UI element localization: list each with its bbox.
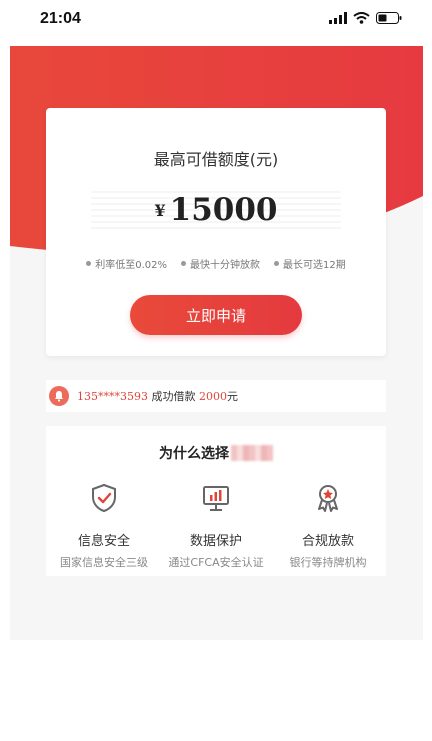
award-medal-icon (318, 485, 338, 512)
why-item-label: 合规放款 (301, 534, 354, 549)
loan-notice-bar: 135****3593 成功借款 2000元 (46, 380, 386, 412)
why-item-desc: 银行等持牌机构 (289, 556, 367, 569)
status-icons (329, 12, 402, 24)
bell-icon (49, 386, 69, 406)
loan-notice-text: 135****3593 成功借款 2000元 (77, 388, 238, 404)
battery-icon (376, 12, 402, 24)
credit-limit-title: 最高可借额度(元) (153, 150, 279, 169)
notice-message: 成功借款 (151, 390, 196, 403)
shield-check-icon (92, 483, 116, 513)
status-time: 21:04 (40, 10, 81, 27)
why-item-compliance: 合规放款 银行等持牌机构 (273, 482, 383, 570)
notice-amount: 2000 (199, 390, 227, 403)
amount-display: ¥15000 (91, 188, 341, 234)
apply-now-button[interactable]: 立即申请 (130, 295, 302, 335)
bullet-dot-icon (86, 261, 92, 266)
wifi-icon (353, 12, 370, 24)
monitor-chart-icon (203, 486, 229, 511)
bullet-dot-icon (181, 261, 187, 266)
bullet-dot-icon (274, 261, 280, 266)
credit-amount: ¥15000 (91, 192, 341, 228)
why-item-desc: 国家信息安全三级 (60, 556, 148, 569)
notice-unit: 元 (227, 390, 238, 403)
why-item-data: 数据保护 通过CFCA安全认证 (161, 482, 271, 570)
feature-speed-text: 最快十分钟放款 (190, 260, 261, 271)
feature-list: 利率低至0.02% 最快十分钟放款 最长可选12期 (46, 256, 386, 271)
notice-phone: 135****3593 (77, 390, 148, 403)
status-bar: 21:04 (0, 0, 432, 38)
why-item-label: 数据保护 (189, 534, 242, 549)
why-item-label: 信息安全 (77, 534, 130, 549)
feature-rate: 利率低至0.02% (86, 256, 167, 271)
feature-term-text: 最长可选12期 (283, 260, 346, 271)
feature-rate-text: 利率低至0.02% (95, 260, 168, 271)
why-item-security: 信息安全 国家信息安全三级 (49, 482, 159, 570)
blurred-brand-name (231, 445, 273, 461)
app-content: 最高可借额度(元) ¥15000 利率低至0.02% 最快十分钟放款 最长可选1… (10, 46, 423, 640)
cellular-signal-icon (329, 12, 347, 24)
feature-term: 最长可选12期 (274, 256, 346, 271)
credit-amount-value: 15000 (169, 192, 278, 228)
why-choose-card: 为什么选择 信息安全 国家信息安全三级 数据保护 通过CFCA安全认证 合规放款… (46, 426, 386, 576)
credit-limit-card: 最高可借额度(元) ¥15000 利率低至0.02% 最快十分钟放款 最长可选1… (46, 108, 386, 356)
feature-speed: 最快十分钟放款 (181, 256, 260, 271)
why-title: 为什么选择 (46, 443, 386, 463)
currency-symbol: ¥ (154, 201, 166, 220)
why-title-text: 为什么选择 (159, 446, 229, 462)
why-item-desc: 通过CFCA安全认证 (168, 556, 264, 569)
